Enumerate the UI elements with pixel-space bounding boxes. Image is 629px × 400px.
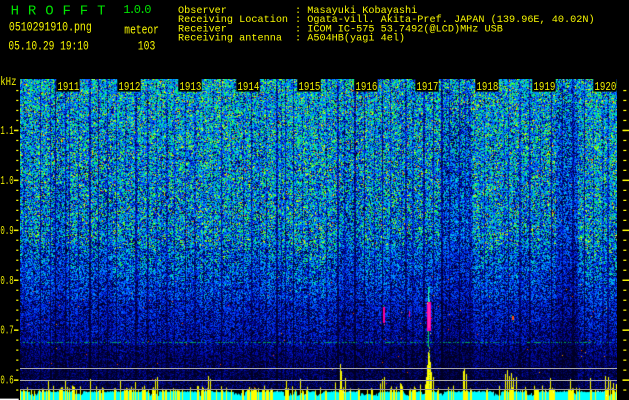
svg-text:1916: 1916: [355, 81, 377, 95]
svg-text:kHz: kHz: [0, 76, 16, 90]
svg-text:1.0.0: 1.0.0: [123, 3, 151, 17]
svg-text:1913: 1913: [179, 81, 201, 95]
svg-text:05.10.29 19:10: 05.10.29 19:10: [8, 40, 88, 53]
svg-text:0.9: 0.9: [0, 225, 13, 238]
svg-text:: A504HB(yagi 4el): : A504HB(yagi 4el): [295, 33, 405, 45]
svg-text:0510291910.png: 0510291910.png: [9, 21, 92, 34]
svg-text:Receiving antenna: Receiving antenna: [178, 33, 282, 45]
svg-text:1917: 1917: [416, 81, 438, 95]
svg-text:0.6: 0.6: [0, 375, 13, 388]
svg-text:1920: 1920: [594, 81, 616, 95]
svg-text:1912: 1912: [118, 81, 140, 95]
svg-text:1911: 1911: [57, 81, 79, 95]
svg-text:1915: 1915: [298, 81, 320, 95]
svg-text:103: 103: [138, 40, 156, 53]
svg-text:1.1: 1.1: [0, 126, 13, 139]
svg-text:0.8: 0.8: [0, 275, 13, 288]
svg-text:1919: 1919: [533, 81, 555, 95]
svg-text:1.0: 1.0: [0, 175, 13, 188]
svg-text:0.7: 0.7: [0, 325, 13, 338]
svg-text:1914: 1914: [237, 81, 259, 95]
svg-text:H R O F F T: H R O F F T: [11, 3, 106, 19]
svg-text:1918: 1918: [476, 81, 498, 95]
svg-text:meteor: meteor: [124, 24, 159, 37]
